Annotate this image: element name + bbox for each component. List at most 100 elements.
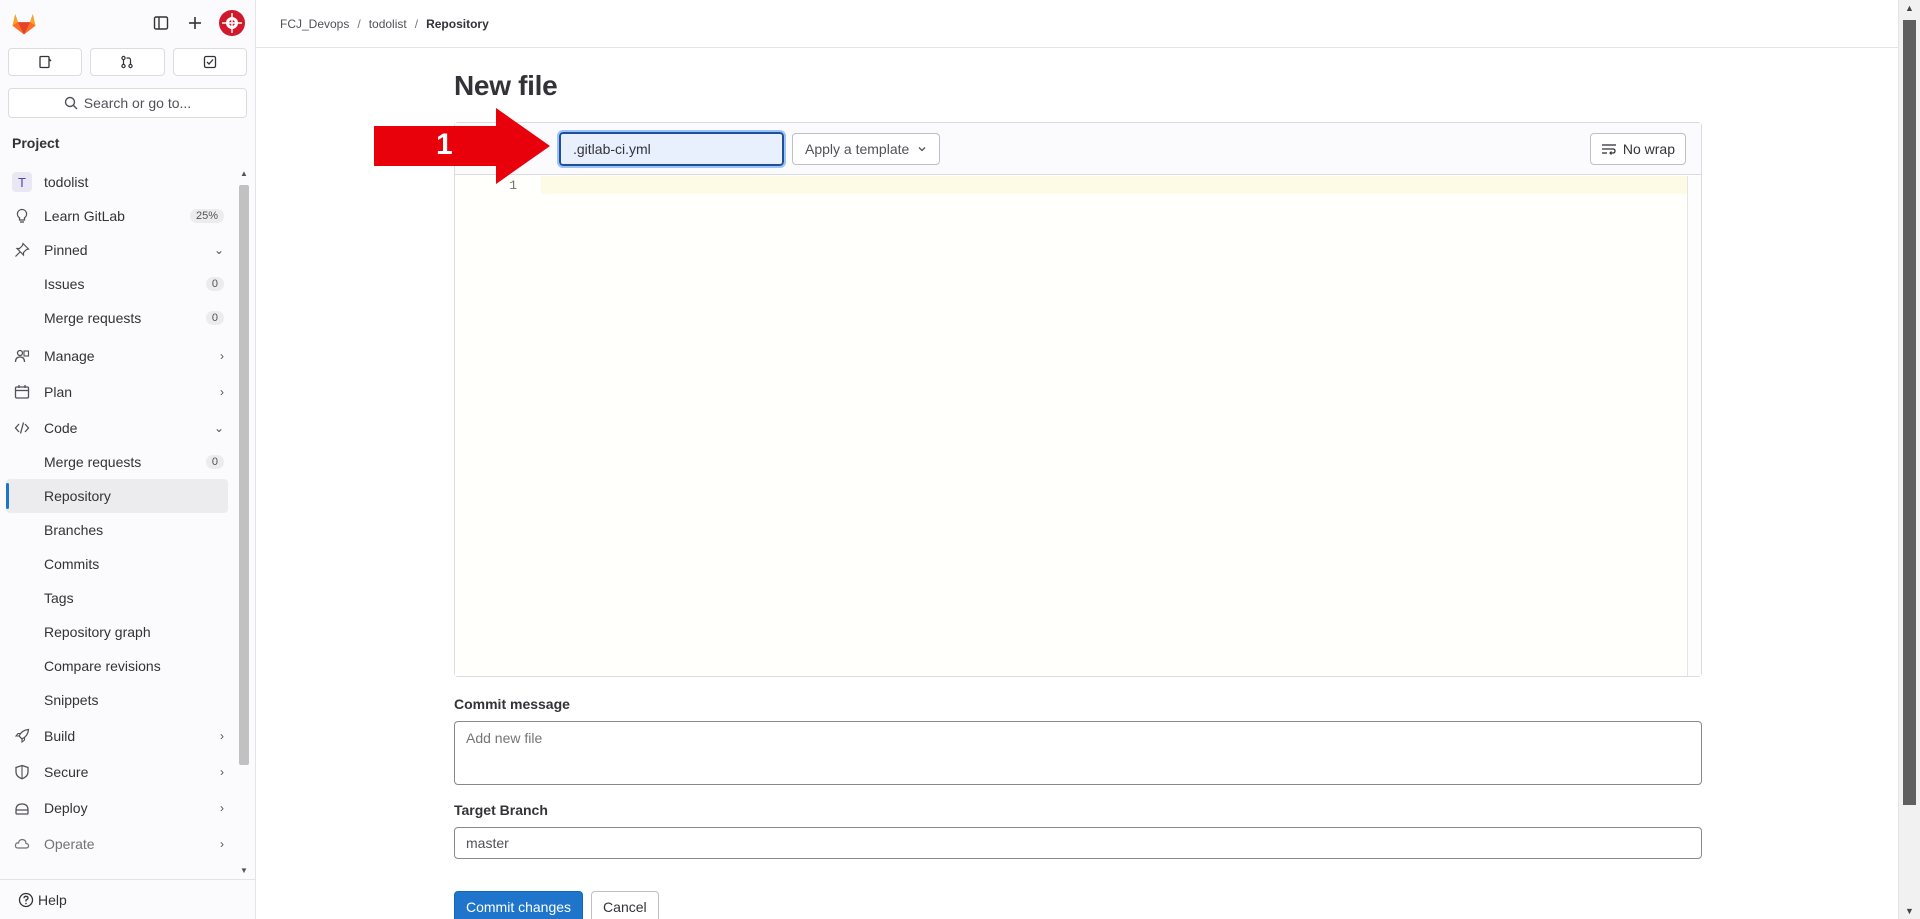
chevron-right-icon: › (220, 729, 224, 743)
count-badge: 0 (205, 311, 224, 325)
sidebar-item-code[interactable]: Code ⌄ (0, 411, 236, 445)
sidebar-item-operate[interactable]: Operate › (0, 827, 236, 861)
sidebar-item-label: todolist (44, 174, 89, 190)
commit-changes-button[interactable]: Commit changes (454, 891, 584, 919)
todos-button[interactable] (172, 48, 247, 76)
sidebar-item-label: Snippets (44, 692, 99, 708)
sidebar-shortcuts (0, 46, 255, 76)
search-icon (64, 96, 78, 110)
sidebar-item-merge-requests[interactable]: Merge requests 0 (0, 445, 236, 479)
help-icon (18, 892, 34, 907)
sidebar-item-project[interactable]: T todolist (0, 165, 236, 199)
editor-toolbar: Apply a template No wrap (455, 123, 1701, 175)
breadcrumb-item-project[interactable]: todolist (369, 17, 407, 31)
sidebar-item-pinned[interactable]: Pinned ⌄ (0, 233, 236, 267)
sidebar-item-label: Learn GitLab (44, 208, 125, 224)
commit-message-label: Commit message (454, 696, 570, 712)
sidebar-item-label: Branches (44, 522, 104, 538)
breadcrumb-separator: / (414, 16, 419, 31)
page-title: New file (454, 70, 558, 101)
page-scroll-thumb[interactable] (1903, 20, 1916, 805)
no-wrap-label: No wrap (1622, 140, 1675, 157)
annotation-step-number: 1 (436, 128, 453, 161)
shield-icon (12, 762, 32, 782)
merge-request-icon (121, 55, 134, 69)
help-button[interactable]: Help (0, 879, 256, 919)
chevron-down-icon: ⌄ (213, 421, 224, 435)
assigned-issues-button[interactable] (8, 48, 83, 76)
page-scrollbar[interactable]: ▲ ▼ (1898, 0, 1920, 919)
sidebar-item-snippets[interactable]: Snippets (0, 683, 236, 717)
breadcrumb: FCJ_Devops / todolist / Repository (256, 0, 1898, 48)
cancel-button[interactable]: Cancel (591, 891, 659, 919)
sidebar-item-compare-revisions[interactable]: Compare revisions (0, 649, 236, 683)
wrap-icon (1601, 143, 1616, 155)
sidebar-item-label: Operate (44, 836, 95, 852)
toggle-sidebar-icon[interactable] (151, 13, 171, 33)
form-actions: Commit changes Cancel (454, 891, 1702, 919)
target-branch-field[interactable] (454, 827, 1702, 859)
rocket-icon (12, 726, 32, 746)
sidebar-item-manage[interactable]: Manage › (0, 339, 236, 373)
sidebar-item-label: Repository (44, 488, 111, 504)
sidebar-item-label: Commits (44, 556, 100, 572)
help-label: Help (38, 891, 67, 908)
scroll-up-arrow-icon[interactable]: ▲ (1905, 3, 1914, 13)
sidebar-item-branches[interactable]: Branches (0, 513, 236, 547)
calendar-icon (12, 382, 32, 402)
chevron-right-icon: › (220, 349, 224, 363)
gitlab-logo-icon[interactable] (10, 9, 38, 37)
chevron-down-icon (918, 146, 926, 151)
file-name-input[interactable] (557, 129, 786, 168)
issues-icon (39, 55, 52, 69)
sidebar-item-label: Tags (44, 590, 74, 606)
sidebar-item-label: Secure (44, 764, 89, 780)
sidebar-scroll-thumb[interactable] (239, 185, 249, 765)
user-avatar[interactable] (219, 10, 245, 36)
code-editor-area[interactable]: 1 (455, 176, 1687, 676)
sidebar-item-label: Code (44, 420, 78, 436)
pin-icon (12, 240, 32, 260)
sidebar-item-repository-graph[interactable]: Repository graph (0, 615, 236, 649)
sidebar-section-title: Project (12, 135, 60, 151)
breadcrumb-item-current[interactable]: Repository (426, 17, 489, 31)
search-button[interactable]: Search or go to... (8, 88, 247, 118)
target-branch-label: Target Branch (454, 802, 548, 818)
count-badge: 0 (205, 455, 224, 469)
no-wrap-button[interactable]: No wrap (1589, 132, 1686, 165)
editor-scrollbar[interactable] (1687, 176, 1701, 676)
sidebar-item-learn-gitlab[interactable]: Learn GitLab 25% (0, 199, 236, 233)
users-icon (12, 346, 32, 366)
sidebar-item-deploy[interactable]: Deploy › (0, 791, 236, 825)
sidebar-item-issues[interactable]: Issues 0 (0, 267, 236, 301)
chevron-right-icon: › (220, 765, 224, 779)
create-new-icon[interactable] (185, 13, 205, 33)
sidebar-item-label: Compare revisions (44, 658, 161, 674)
sidebar-item-label: Manage (44, 348, 95, 364)
scroll-down-arrow-icon[interactable]: ▼ (1905, 906, 1914, 916)
sidebar-item-commits[interactable]: Commits (0, 547, 236, 581)
breadcrumb-separator: / (357, 16, 361, 31)
scroll-up-arrow-icon[interactable]: ▲ (240, 169, 248, 178)
apply-template-dropdown[interactable]: Apply a template (792, 132, 941, 165)
sidebar-item-pinned-merge-requests[interactable]: Merge requests 0 (0, 301, 236, 335)
sidebar: Search or go to... Project T todolist Le… (0, 0, 256, 919)
active-line-highlight (541, 176, 1687, 194)
sidebar-scrollbar[interactable]: ▲ ▼ (236, 165, 252, 877)
sidebar-item-label: Deploy (44, 800, 88, 816)
chevron-right-icon: › (220, 837, 224, 851)
sidebar-item-secure[interactable]: Secure › (0, 755, 236, 789)
commit-message-field[interactable] (454, 721, 1702, 785)
sidebar-item-label: Repository graph (44, 624, 151, 640)
scroll-down-arrow-icon[interactable]: ▼ (240, 866, 248, 875)
sidebar-nav: T todolist Learn GitLab 25% Pinned ⌄ Iss… (0, 165, 236, 861)
sidebar-item-repository[interactable]: Repository (6, 479, 228, 513)
sidebar-item-plan[interactable]: Plan › (0, 375, 236, 409)
merge-requests-button[interactable] (90, 48, 165, 76)
todo-checkbox-icon (203, 55, 216, 69)
progress-badge: 25% (189, 209, 224, 223)
sidebar-item-label: Merge requests (44, 454, 142, 470)
sidebar-item-build[interactable]: Build › (0, 719, 236, 753)
sidebar-item-tags[interactable]: Tags (0, 581, 236, 615)
breadcrumb-item-group[interactable]: FCJ_Devops (280, 17, 349, 31)
